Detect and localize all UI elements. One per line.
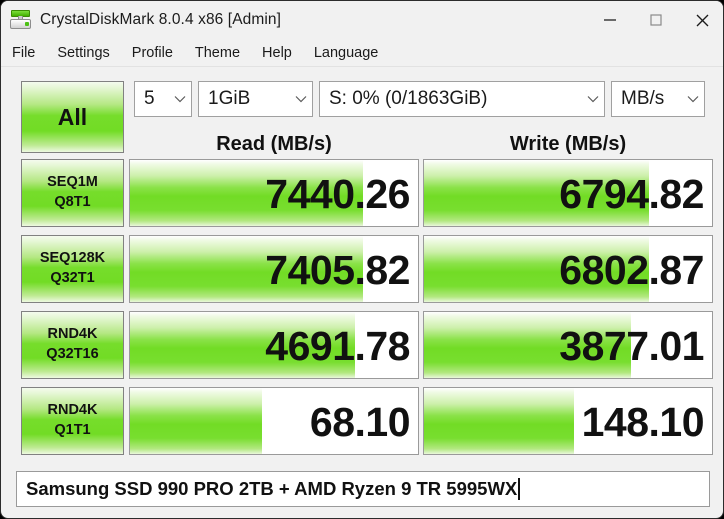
- target-drive-select[interactable]: S: 0% (0/1863GiB): [319, 81, 605, 117]
- unit-value: MB/s: [621, 88, 665, 109]
- write-result-value: 3877.01: [559, 322, 704, 369]
- test-button-rnd4k-q32t16[interactable]: RND4K Q32T16: [21, 311, 124, 379]
- menu-item-help[interactable]: Help: [262, 45, 292, 61]
- test-label-main: RND4K: [47, 326, 98, 343]
- read-result-bar: [130, 388, 263, 454]
- unit-select[interactable]: MB/s: [611, 81, 705, 117]
- write-result-cell[interactable]: 6802.87: [423, 235, 713, 303]
- menu-item-settings[interactable]: Settings: [57, 45, 109, 61]
- result-row: RND4K Q32T16 4691.78 3877.01: [1, 311, 723, 379]
- menu-item-profile[interactable]: Profile: [132, 45, 173, 61]
- write-result-cell[interactable]: 3877.01: [423, 311, 713, 379]
- test-label-queue: Q32T16: [46, 346, 99, 362]
- window-controls: [587, 1, 723, 39]
- test-label-main: SEQ1M: [47, 174, 98, 191]
- text-caret: [518, 478, 520, 500]
- test-count-value: 5: [144, 88, 155, 109]
- test-button-seq1m-q8t1[interactable]: SEQ1M Q8T1: [21, 159, 124, 227]
- test-button-seq128k-q32t1[interactable]: SEQ128K Q32T1: [21, 235, 124, 303]
- title-bar: CrystalDiskMark 8.0.4 x86 [Admin]: [1, 1, 723, 39]
- read-result-value: 7440.26: [265, 170, 410, 217]
- result-row: RND4K Q1T1 68.10 148.10: [1, 387, 723, 455]
- read-result-cell[interactable]: 68.10: [129, 387, 419, 455]
- test-label-queue: Q1T1: [54, 422, 91, 438]
- read-result-cell[interactable]: 7440.26: [129, 159, 419, 227]
- disk-drive-icon: [10, 9, 32, 31]
- test-size-value: 1GiB: [208, 88, 251, 109]
- chevron-down-icon: [169, 95, 191, 103]
- results-grid: SEQ1M Q8T1 7440.26 6794.82 SEQ128K Q32T1: [1, 159, 723, 459]
- write-result-value: 148.10: [581, 398, 705, 445]
- write-result-value: 6802.87: [559, 246, 704, 293]
- screenshot-root: CrystalDiskMark 8.0.4 x86 [Admin] File S…: [0, 0, 724, 519]
- close-icon: [696, 14, 708, 26]
- minimize-button[interactable]: [587, 1, 633, 39]
- write-result-bar: [424, 388, 574, 454]
- comment-text: Samsung SSD 990 PRO 2TB + AMD Ryzen 9 TR…: [26, 478, 518, 499]
- read-result-cell[interactable]: 7405.82: [129, 235, 419, 303]
- test-label-queue: Q8T1: [54, 194, 91, 210]
- result-row: SEQ128K Q32T1 7405.82 6802.87: [1, 235, 723, 303]
- chevron-down-icon: [682, 95, 704, 103]
- menu-item-language[interactable]: Language: [314, 45, 379, 61]
- chevron-down-icon: [582, 95, 604, 103]
- disk-drive-icon-led: [25, 22, 29, 26]
- menu-bar: File Settings Profile Theme Help Languag…: [1, 39, 723, 67]
- test-button-rnd4k-q1t1[interactable]: RND4K Q1T1: [21, 387, 124, 455]
- test-label-main: SEQ128K: [39, 250, 106, 267]
- test-label-main: RND4K: [47, 402, 98, 419]
- maximize-icon: [650, 14, 662, 26]
- chevron-down-icon: [290, 95, 312, 103]
- read-result-value: 4691.78: [265, 322, 410, 369]
- write-column-header: Write (MB/s): [509, 132, 627, 155]
- result-row: SEQ1M Q8T1 7440.26 6794.82: [1, 159, 723, 227]
- read-result-cell[interactable]: 4691.78: [129, 311, 419, 379]
- write-result-value: 6794.82: [559, 170, 704, 217]
- maximize-button[interactable]: [633, 1, 679, 39]
- read-column-header: Read (MB/s): [216, 132, 332, 155]
- read-result-value: 7405.82: [265, 246, 410, 293]
- crystaldiskmark-window: CrystalDiskMark 8.0.4 x86 [Admin] File S…: [0, 0, 724, 519]
- window-title: CrystalDiskMark 8.0.4 x86 [Admin]: [40, 11, 282, 28]
- menu-item-theme[interactable]: Theme: [195, 45, 240, 61]
- write-result-cell[interactable]: 148.10: [423, 387, 713, 455]
- read-result-value: 68.10: [309, 398, 411, 445]
- menu-item-file[interactable]: File: [12, 45, 35, 61]
- minimize-icon: [604, 19, 616, 21]
- target-drive-value: S: 0% (0/1863GiB): [329, 88, 488, 109]
- test-count-select[interactable]: 5: [134, 81, 192, 117]
- close-button[interactable]: [679, 1, 723, 39]
- test-label-queue: Q32T1: [50, 270, 95, 286]
- write-result-cell[interactable]: 6794.82: [423, 159, 713, 227]
- test-size-select[interactable]: 1GiB: [198, 81, 313, 117]
- run-all-button[interactable]: All: [21, 81, 124, 153]
- comment-input[interactable]: Samsung SSD 990 PRO 2TB + AMD Ryzen 9 TR…: [16, 471, 710, 507]
